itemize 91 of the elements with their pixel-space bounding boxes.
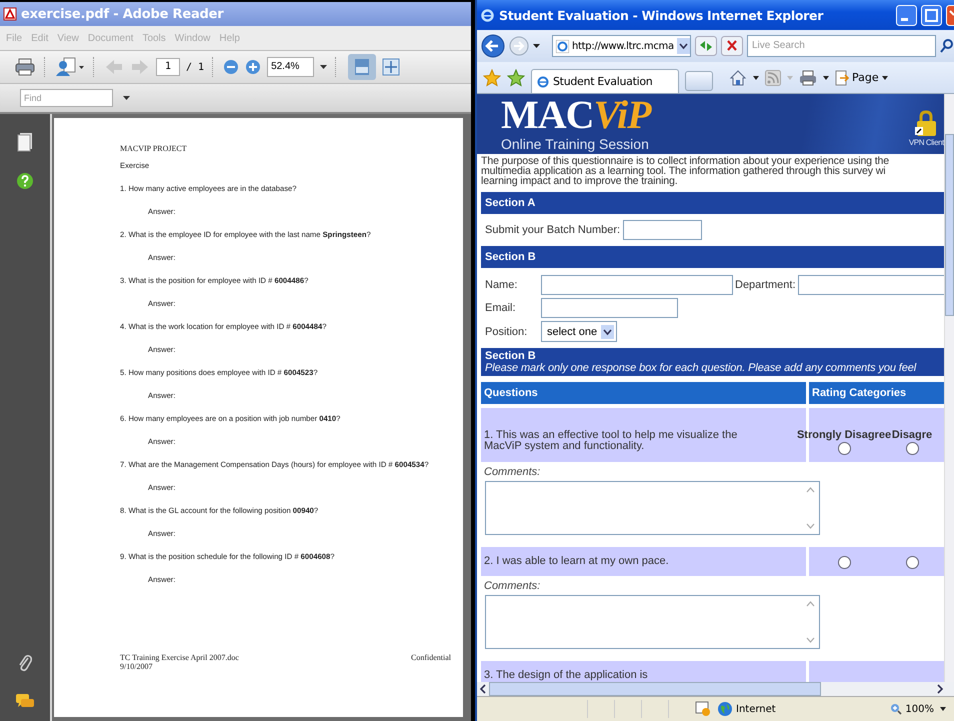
fit-page-icon[interactable] <box>382 58 400 76</box>
dropdown-icon <box>601 324 614 338</box>
document-heading: MACVIP PROJECT <box>120 144 188 153</box>
page-total: / 1 <box>186 62 204 72</box>
browser-logo-icon <box>480 8 495 22</box>
menu-item[interactable]: Help <box>219 32 240 44</box>
radio-button[interactable] <box>838 442 850 455</box>
dropdown-icon <box>882 76 888 80</box>
zoom-level[interactable]: 100% <box>890 703 934 715</box>
menu-item[interactable]: File <box>6 32 22 44</box>
close-icon[interactable] <box>946 4 954 26</box>
dropdown-icon[interactable] <box>677 38 690 54</box>
menu-item[interactable]: Edit <box>31 32 48 44</box>
zoom-field[interactable]: 52.4% <box>267 57 314 77</box>
instructions-text: Please mark only one response box for each question. Please add any comments you feel <box>485 362 918 374</box>
refresh-icon[interactable] <box>695 36 717 56</box>
print-icon[interactable] <box>799 70 817 86</box>
radio-button[interactable] <box>838 556 850 569</box>
address-field[interactable]: http://www.ltrc.mcma <box>552 35 691 57</box>
security-zone: Internet <box>717 701 776 717</box>
dropdown-icon[interactable] <box>753 76 759 80</box>
comments-label: Comments: <box>483 466 542 478</box>
dropdown-icon[interactable] <box>823 76 829 80</box>
section-heading: Section A <box>481 192 944 214</box>
question-cell: 2. I was able to learn at my own pace. <box>481 547 806 576</box>
globe-icon <box>717 701 733 717</box>
table-header: Rating Categories <box>809 382 944 404</box>
field-label: Position: <box>485 326 528 338</box>
page-menu[interactable]: Page <box>835 70 888 86</box>
home-icon[interactable] <box>729 68 747 86</box>
zoom-icon <box>890 703 902 715</box>
horizontal-scrollbar[interactable] <box>477 682 954 696</box>
window-title: exercise.pdf - Adobe Reader <box>21 6 224 22</box>
section-heading: Section B <box>481 246 944 268</box>
field-label: Email: <box>485 302 517 314</box>
menu-item[interactable]: View <box>57 32 79 44</box>
site-logo: MACViP <box>501 94 651 136</box>
table-header: Questions <box>481 382 806 404</box>
intro-paragraph: The purpose of this questionnaire is to collect information about your experience using the multimedia application as a learning tool. The information gathered through this survey wi learning impact and to improve the training. <box>481 156 890 186</box>
footer-confidential: Confidential <box>411 653 451 664</box>
radio-button[interactable] <box>906 556 918 569</box>
footer-filename: TC Training Exercise April 2007.doc <box>120 653 239 662</box>
print-icon[interactable] <box>14 57 36 77</box>
field-label: Name: <box>485 279 518 291</box>
rating-heading: Disagre <box>892 430 932 440</box>
fit-width-icon[interactable] <box>348 54 376 80</box>
pdf-icon <box>3 7 17 21</box>
input-field[interactable] <box>541 298 678 318</box>
zoom-out-icon[interactable] <box>223 59 240 75</box>
zoom-in-icon[interactable] <box>245 59 262 75</box>
comments-label: Comments: <box>483 580 542 592</box>
user-document-icon[interactable] <box>55 57 85 77</box>
dropdown-icon[interactable] <box>940 707 946 711</box>
dropdown-icon[interactable] <box>123 96 130 100</box>
vertical-scrollbar[interactable] <box>944 94 954 682</box>
find-field[interactable]: Find <box>20 89 113 107</box>
window-title: Student Evaluation - Windows Internet Explorer <box>499 8 824 22</box>
section-heading: Section B <box>485 350 537 362</box>
search-icon[interactable] <box>940 38 954 54</box>
maximize-icon[interactable] <box>921 4 942 26</box>
add-favorite-icon[interactable] <box>507 68 525 86</box>
field-label: Submit your Batch Number: <box>485 224 620 236</box>
menu-item[interactable]: Window <box>174 32 210 44</box>
search-field[interactable]: Live Search <box>747 35 936 57</box>
site-subtitle: Online Training Session <box>501 136 650 152</box>
browser-tab[interactable]: Student Evaluation <box>531 69 679 93</box>
menu-item[interactable]: Document <box>88 32 134 44</box>
browser-logo-icon <box>536 74 550 88</box>
dropdown-icon[interactable] <box>533 44 540 48</box>
help-icon[interactable] <box>16 172 34 190</box>
paperclip-icon[interactable] <box>17 653 33 673</box>
question-cell: 3. The design of the application is <box>481 661 806 682</box>
vpn-client-link[interactable]: VPN Client <box>908 138 944 146</box>
stop-icon[interactable] <box>721 36 743 56</box>
favorites-star-icon[interactable] <box>483 68 501 86</box>
warning-icon <box>695 701 711 717</box>
dropdown-icon[interactable] <box>320 64 328 70</box>
menu-item[interactable]: Tools <box>142 32 166 44</box>
pages-icon[interactable] <box>17 132 33 152</box>
field-label: Department: <box>735 279 796 291</box>
feeds-icon[interactable] <box>765 70 781 86</box>
minimize-icon[interactable] <box>896 4 917 26</box>
input-field[interactable] <box>623 220 702 240</box>
input-field[interactable] <box>798 275 944 295</box>
rating-heading: Strongly Disagree <box>796 430 892 440</box>
radio-button[interactable] <box>906 442 918 455</box>
footer-date: 9/10/2007 <box>120 662 154 671</box>
page-number-field[interactable]: 1 <box>156 58 180 76</box>
back-icon[interactable] <box>481 34 505 58</box>
input-field[interactable] <box>541 275 733 295</box>
position-dropdown[interactable]: select one <box>541 321 618 342</box>
